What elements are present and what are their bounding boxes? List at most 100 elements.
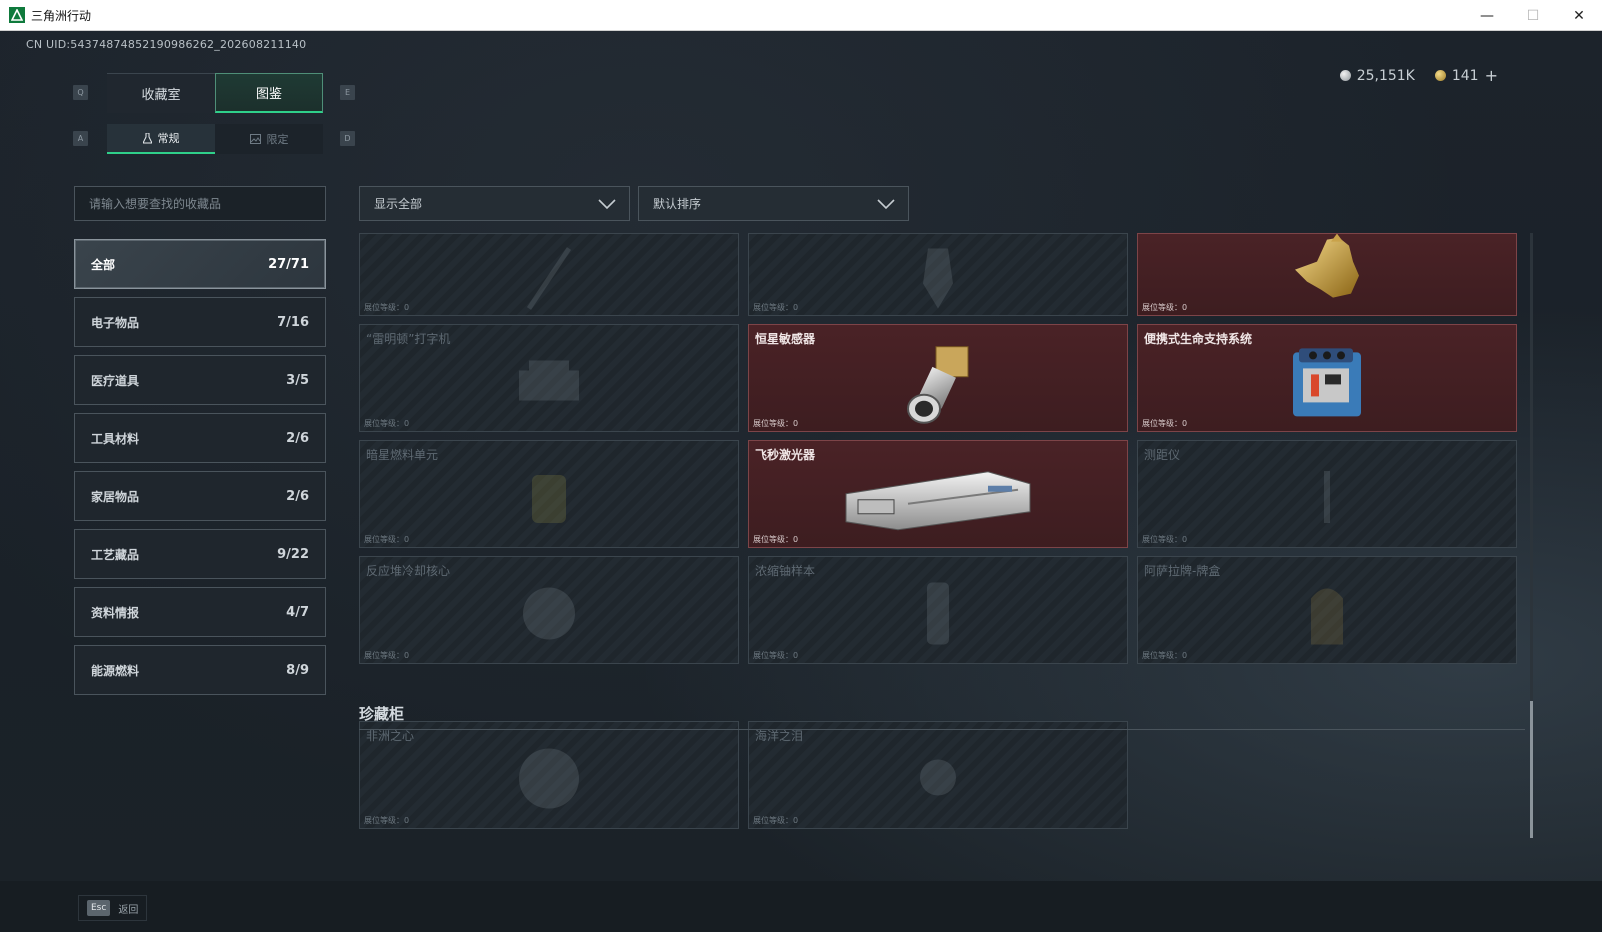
item-level: 展位等级：0 xyxy=(364,816,410,825)
subtab-regular-label: 常规 xyxy=(157,132,180,145)
item-level: 展位等级：0 xyxy=(753,303,799,312)
category-tools[interactable]: 工具材料 2/6 xyxy=(74,413,326,463)
item-card-owned[interactable]: 恒星敏感器 展位等级：0 xyxy=(748,324,1128,432)
item-silhouette-icon xyxy=(526,246,572,310)
item-level: 展位等级：0 xyxy=(753,535,799,544)
laser-device-icon xyxy=(845,471,1031,531)
chevron-down-icon xyxy=(877,199,895,210)
item-name: 阿萨拉牌-牌盒 xyxy=(1144,564,1221,578)
item-level: 展位等级：0 xyxy=(364,651,410,660)
minimize-button[interactable]: — xyxy=(1464,0,1510,31)
item-card[interactable]: 浓缩铀样本 展位等级：0 xyxy=(748,556,1128,664)
window-controls: — ☐ ✕ xyxy=(1464,0,1602,31)
key-hint-prev-subtab: A xyxy=(73,131,88,146)
app-logo-icon xyxy=(9,7,25,23)
filter-dropdown[interactable]: 显示全部 xyxy=(359,186,630,221)
item-level: 展位等级：0 xyxy=(1142,651,1188,660)
category-label: 家居物品 xyxy=(91,489,140,504)
back-button[interactable]: Esc 返回 xyxy=(78,895,148,921)
item-level: 展位等级：0 xyxy=(753,419,799,428)
item-card[interactable]: 展位等级：0 xyxy=(359,233,739,316)
item-card[interactable]: 展位等级：0 xyxy=(748,233,1128,316)
item-level: 展位等级：0 xyxy=(1142,535,1188,544)
category-label: 电子物品 xyxy=(91,315,140,330)
currency-gold-value: 141 xyxy=(1451,67,1479,84)
sort-dropdown-value: 默认排序 xyxy=(653,197,702,211)
tab-catalog[interactable]: 图鉴 xyxy=(215,73,323,113)
silver-coin-icon xyxy=(1339,70,1351,81)
category-count: 3/5 xyxy=(286,372,309,388)
currency-silver-value: 25,151K xyxy=(1356,67,1415,84)
item-grid: 展位等级：0 展位等级：0 展位等级：0 “雷明顿”打字机 展位等级：0 恒星敏… xyxy=(359,233,1525,883)
category-label: 能源燃料 xyxy=(91,663,140,678)
item-level: 展位等级：0 xyxy=(1142,419,1188,428)
category-count: 27/71 xyxy=(268,256,309,272)
bottom-bar: Esc 返回 xyxy=(0,881,1602,932)
card-box-silhouette-icon xyxy=(1311,588,1343,645)
category-count: 9/22 xyxy=(277,546,309,562)
category-label: 医疗道具 xyxy=(91,373,140,388)
player-uid: CN UID:5437487485219098626​2_20260821114… xyxy=(26,38,307,51)
category-list: 全部 27/71 电子物品 7/16 医疗道具 3/5 工具材料 2/6 家居物… xyxy=(74,239,326,703)
item-level: 展位等级：0 xyxy=(364,419,410,428)
main-tabs: 收藏室 图鉴 xyxy=(107,73,323,113)
currency-bar: 25,151K 141 + xyxy=(1339,66,1498,85)
filter-dropdown-value: 显示全部 xyxy=(374,197,423,211)
item-name: 飞秒激光器 xyxy=(755,448,816,462)
category-electronics[interactable]: 电子物品 7/16 xyxy=(74,297,326,347)
category-label: 全部 xyxy=(91,257,116,272)
currency-silver: 25,151K xyxy=(1339,67,1415,84)
subtab-regular[interactable]: 常规 xyxy=(107,124,215,154)
golden-statue-icon xyxy=(1295,234,1359,298)
category-count: 8/9 xyxy=(286,662,309,678)
item-card-owned[interactable]: 展位等级：0 xyxy=(1137,233,1517,316)
item-card[interactable]: 反应堆冷却核心 展位等级：0 xyxy=(359,556,739,664)
rangefinder-silhouette-icon xyxy=(1324,471,1330,523)
key-hint-prev-tab: Q xyxy=(73,85,88,100)
back-label: 返回 xyxy=(118,904,139,916)
item-name: 便携式生命支持系统 xyxy=(1144,332,1253,346)
item-name: 浓缩铀样本 xyxy=(755,564,816,578)
category-energy[interactable]: 能源燃料 8/9 xyxy=(74,645,326,695)
maximize-button[interactable]: ☐ xyxy=(1510,0,1556,31)
sort-dropdown[interactable]: 默认排序 xyxy=(638,186,909,221)
esc-key-hint: Esc xyxy=(87,900,111,916)
item-name: 暗星燃料单元 xyxy=(366,448,439,462)
category-intel[interactable]: 资料情报 4/7 xyxy=(74,587,326,637)
item-level: 展位等级：0 xyxy=(364,303,410,312)
category-medical[interactable]: 医疗道具 3/5 xyxy=(74,355,326,405)
game-viewport: CN UID:5437487485219098626​2_20260821114… xyxy=(0,31,1602,932)
tab-collection-room[interactable]: 收藏室 xyxy=(107,73,215,113)
reactor-core-silhouette-icon xyxy=(523,587,575,640)
showcase-card[interactable]: 非洲之心 展位等级：0 xyxy=(359,721,739,829)
fuel-cell-silhouette-icon xyxy=(532,475,566,523)
item-card[interactable]: “雷明顿”打字机 展位等级：0 xyxy=(359,324,739,432)
gold-coin-icon xyxy=(1434,70,1446,81)
item-card[interactable]: 阿萨拉牌-牌盒 展位等级：0 xyxy=(1137,556,1517,664)
item-card-owned[interactable]: 飞秒激光器 展位等级：0 xyxy=(748,440,1128,548)
typewriter-silhouette-icon xyxy=(519,360,579,401)
category-all[interactable]: 全部 27/71 xyxy=(74,239,326,289)
category-household[interactable]: 家居物品 2/6 xyxy=(74,471,326,521)
heart-of-africa-silhouette-icon xyxy=(519,748,579,809)
item-card-owned[interactable]: 便携式生命支持系统 展位等级：0 xyxy=(1137,324,1517,432)
section-divider xyxy=(359,729,1525,730)
showcase-card[interactable]: 海洋之泪 展位等级：0 xyxy=(748,721,1128,829)
category-count: 7/16 xyxy=(277,314,309,330)
scrollbar-thumb[interactable] xyxy=(1530,701,1533,838)
category-crafts[interactable]: 工艺藏品 9/22 xyxy=(74,529,326,579)
subtab-limited[interactable]: 限定 xyxy=(215,124,323,154)
flask-icon xyxy=(142,132,152,143)
star-sensor-icon xyxy=(907,346,969,424)
item-name: 反应堆冷却核心 xyxy=(366,564,451,578)
add-currency-button[interactable]: + xyxy=(1485,66,1498,85)
chevron-down-icon xyxy=(598,199,616,210)
key-hint-next-subtab: D xyxy=(340,131,355,146)
search-input[interactable] xyxy=(74,186,326,221)
item-card[interactable]: 暗星燃料单元 展位等级：0 xyxy=(359,440,739,548)
item-name: 恒星敏感器 xyxy=(755,332,816,346)
item-card[interactable]: 测距仪 展位等级：0 xyxy=(1137,440,1517,548)
category-count: 2/6 xyxy=(286,430,309,446)
close-button[interactable]: ✕ xyxy=(1556,0,1602,31)
category-label: 工艺藏品 xyxy=(91,547,140,562)
